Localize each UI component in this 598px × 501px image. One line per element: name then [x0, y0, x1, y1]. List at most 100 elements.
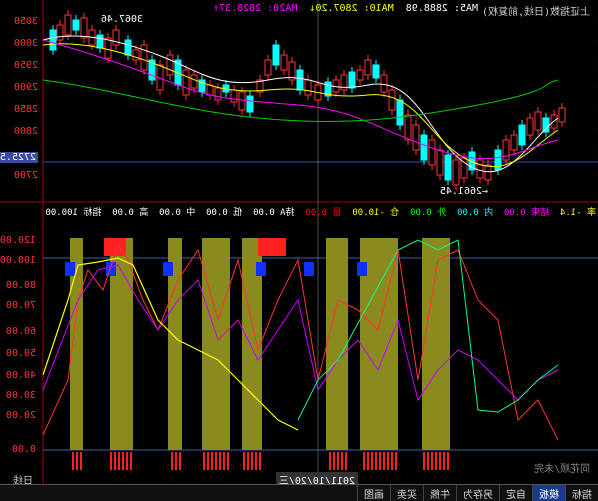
- signal-blue-box: [65, 262, 75, 276]
- candle-body: [206, 84, 214, 96]
- signal-blue-box: [163, 262, 173, 276]
- price-tick: 3050: [13, 16, 38, 27]
- price-tick: 2950: [13, 60, 38, 71]
- candle-body: [214, 87, 222, 101]
- candle-body: [356, 69, 364, 81]
- candle-body: [80, 17, 88, 39]
- tab-trade[interactable]: 买卖: [390, 485, 423, 501]
- price-tick: 2900: [13, 82, 38, 93]
- candle-body: [526, 117, 534, 136]
- candle-body: [166, 54, 174, 76]
- ind-h: 内 0.00: [457, 208, 494, 218]
- ind-h: 低 0.00: [206, 208, 243, 218]
- tab-indicator[interactable]: 指标: [565, 485, 598, 501]
- low-label: ←2661.45: [439, 186, 488, 197]
- ind-tick: 100.00: [0, 255, 36, 266]
- candle-body: [372, 64, 380, 79]
- signal-red-box: [258, 238, 286, 256]
- candle-body: [388, 89, 396, 111]
- ind-h: 仓 -10.00: [352, 208, 400, 218]
- tab-bullbear[interactable]: 牛熊: [423, 485, 456, 501]
- ind-tick: 70.00: [5, 300, 36, 311]
- candle-body: [364, 59, 372, 76]
- tab-template[interactable]: 模板: [532, 485, 565, 501]
- candle-body: [72, 19, 80, 31]
- current-price-tag: 2725.5: [0, 152, 38, 163]
- ind-h: 中 0.00: [159, 208, 196, 218]
- bottom-tab-bar: 指标 模板 自定 另存为 牛熊 买卖 画图: [0, 484, 598, 501]
- ind-tick: 20.00: [5, 410, 36, 421]
- signal-blue-box: [304, 262, 314, 276]
- candle-body: [304, 79, 312, 96]
- price-tick: 2800: [13, 126, 38, 137]
- candle-body: [56, 24, 64, 41]
- signal-blue-box: [357, 262, 367, 276]
- candle-body: [49, 29, 57, 51]
- ind-h: 指标 100.00: [45, 208, 102, 218]
- signal-band: [202, 238, 230, 450]
- ma20-line: [42, 39, 559, 160]
- candle-body: [476, 159, 484, 179]
- ind-h: 量 0.00: [305, 208, 342, 218]
- ind-tick: 40.00: [5, 370, 36, 381]
- candle-body: [444, 154, 452, 181]
- ind-tick: 30.00: [5, 390, 36, 401]
- candle-body: [272, 44, 280, 66]
- candle-body: [296, 69, 304, 91]
- indicator-note: 同花顺/未完: [533, 464, 590, 475]
- candle-body: [140, 44, 148, 71]
- candle-body: [404, 114, 412, 141]
- candle-body: [518, 124, 526, 146]
- candle-body: [396, 99, 404, 126]
- ind-h: 率 -1.4: [559, 208, 596, 218]
- ind-tick: 80.00: [5, 280, 36, 291]
- mirrored-screen: 上证指数(日线,前复权) MA5: 2888.98 MA10: 2807.20↓…: [0, 0, 598, 501]
- tab-custom[interactable]: 自定: [499, 485, 532, 501]
- ind-h: 外 0.00: [410, 208, 447, 218]
- candle-body: [264, 59, 272, 76]
- tab-save-as[interactable]: 另存为: [456, 485, 499, 501]
- candle-body: [494, 149, 502, 171]
- candle-body: [190, 74, 198, 89]
- price-tick: 2700: [13, 170, 38, 181]
- candle-body: [230, 89, 238, 103]
- candle-body: [428, 139, 436, 166]
- candle-body: [412, 124, 420, 151]
- signal-band: [326, 238, 348, 450]
- candle-body: [558, 107, 566, 123]
- ind-h: 持A 0.00: [253, 208, 295, 218]
- signal-blue-box: [106, 262, 116, 276]
- candle-body: [484, 164, 492, 181]
- candle-body: [182, 69, 190, 96]
- candle-body: [380, 74, 388, 93]
- candle-body: [246, 95, 254, 113]
- candle-body: [534, 111, 542, 131]
- indicator-header: 率 -1.4 结束 0.00 内 0.00 外 0.00 仓 -10.00 量 …: [45, 205, 596, 218]
- candle-body: [436, 149, 444, 176]
- ma5-line: [42, 35, 559, 173]
- candle-body: [542, 117, 550, 133]
- candle-body: [510, 134, 518, 151]
- candle-body: [112, 29, 120, 46]
- ind-h: 高 0.00: [112, 208, 149, 218]
- candle-body: [280, 54, 288, 71]
- high-label: 3067.46: [100, 14, 143, 25]
- candle-body: [452, 159, 460, 186]
- candle-body: [64, 14, 72, 36]
- ind-tick: 120.00: [0, 235, 36, 246]
- ind-tick: 0.00: [11, 444, 36, 455]
- candle-body: [124, 39, 132, 56]
- candle-body: [238, 91, 246, 111]
- candle-body: [96, 34, 104, 49]
- candle-body: [348, 71, 356, 89]
- ind-h: 结束 0.00: [503, 208, 550, 218]
- candle-body: [104, 37, 112, 59]
- chart-canvas[interactable]: [0, 0, 598, 500]
- ind-tick: 60.00: [5, 326, 36, 337]
- tab-draw[interactable]: 画图: [357, 485, 390, 501]
- price-tick: 2850: [13, 104, 38, 115]
- candle-body: [502, 139, 510, 161]
- ind-tick: 50.00: [5, 348, 36, 359]
- price-tick: 3000: [13, 38, 38, 49]
- candle-body: [420, 134, 428, 161]
